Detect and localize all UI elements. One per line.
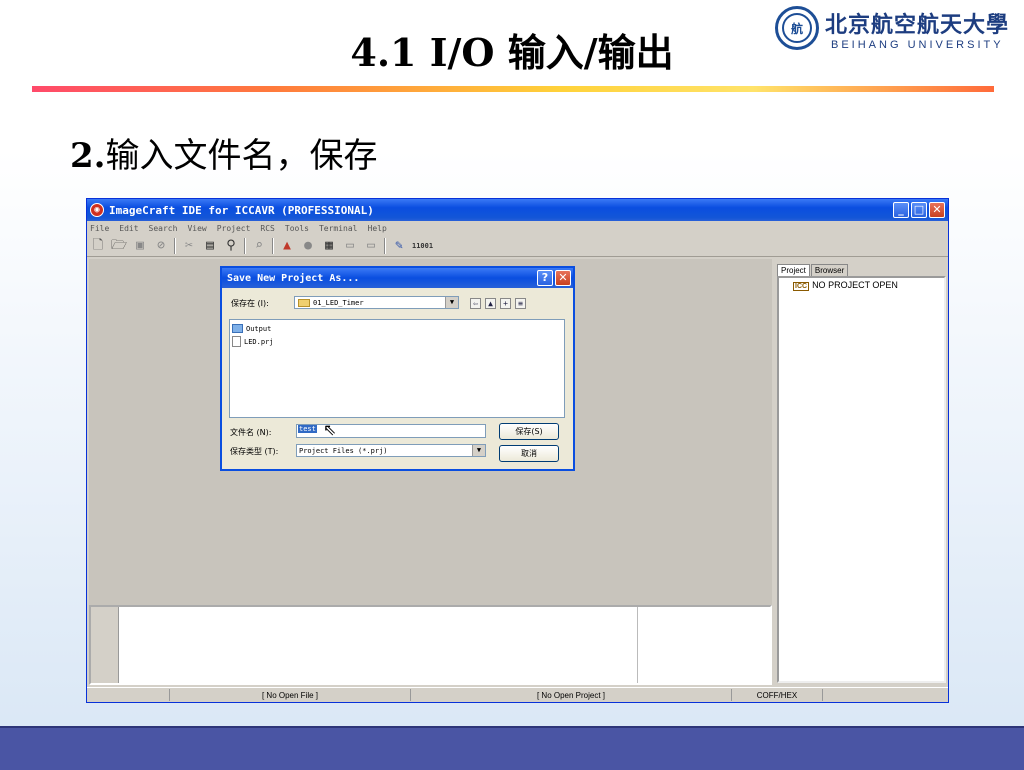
- logo-chinese-name: 北京航空航天大學: [825, 12, 1010, 38]
- close-button[interactable]: ✕: [929, 202, 945, 218]
- list-item[interactable]: LED.prj: [232, 335, 562, 348]
- help-button[interactable]: ?: [537, 270, 553, 286]
- menu-file[interactable]: File: [90, 224, 109, 233]
- chevron-down-icon[interactable]: ▼: [472, 445, 485, 456]
- save-in-value: 01_LED_Timer: [313, 298, 364, 307]
- up-folder-icon[interactable]: ▲: [485, 298, 496, 309]
- file-name: Output: [246, 324, 272, 333]
- save-all-icon[interactable]: ⊘: [153, 238, 169, 254]
- view-menu-icon[interactable]: ≡: [515, 298, 526, 309]
- project-tree: ICC NO PROJECT OPEN: [777, 276, 946, 683]
- tab-project[interactable]: Project: [777, 264, 810, 276]
- title-underline-bar: [32, 86, 994, 92]
- subtitle-text: 输入文件名，保存: [105, 136, 378, 176]
- toolbar-separator: [384, 238, 386, 254]
- university-logo: 航 北京航空航天大學 BEIHANG UNIVERSITY: [775, 5, 1020, 57]
- options-icon[interactable]: ▦: [321, 238, 337, 254]
- logo-english-name: BEIHANG UNIVERSITY: [831, 39, 1004, 51]
- ide-title-text: ImageCraft IDE for ICCAVR (PROFESSIONAL): [109, 203, 374, 217]
- project-panel: Project Browser ICC NO PROJECT OPEN: [777, 259, 946, 685]
- find-icon[interactable]: ⚲: [223, 238, 239, 254]
- tree-item-label: NO PROJECT OPEN: [812, 280, 898, 290]
- folder-icon: [298, 298, 310, 307]
- cmd-icon[interactable]: ▭: [342, 238, 358, 254]
- filename-label: 文件名 (N):: [230, 428, 272, 437]
- menu-search[interactable]: Search: [149, 224, 178, 233]
- file-list: Output LED.prj: [229, 319, 565, 418]
- output-pane: [89, 605, 772, 685]
- status-bar: [ No Open File ] [ No Open Project ] COF…: [87, 687, 948, 702]
- cut-icon[interactable]: ✂: [181, 238, 197, 254]
- mem-icon[interactable]: ▭: [363, 238, 379, 254]
- menu-help[interactable]: Help: [368, 224, 387, 233]
- project-tabs: Project Browser: [777, 259, 946, 276]
- output-gutter: [91, 607, 119, 683]
- dialog-title-bar[interactable]: Save New Project As... ? ✕: [222, 268, 573, 288]
- binary-icon[interactable]: 11001: [412, 238, 433, 254]
- chevron-down-icon[interactable]: ▼: [445, 297, 458, 308]
- toolbar-separator: [272, 238, 274, 254]
- slide-footer-bar: [0, 726, 1024, 770]
- icc-icon: ICC: [793, 282, 810, 291]
- filename-value: test: [298, 425, 317, 433]
- subtitle-number: 2.: [70, 136, 106, 176]
- save-project-dialog: Save New Project As... ? ✕ 保存在 (I): 01_L…: [220, 266, 575, 471]
- mouse-cursor-icon: ⇖: [323, 420, 337, 439]
- save-button[interactable]: 保存(S): [499, 423, 559, 440]
- menu-tools[interactable]: Tools: [285, 224, 309, 233]
- maximize-button[interactable]: □: [911, 202, 927, 218]
- open-folder-icon[interactable]: 🗁: [111, 238, 127, 254]
- app-icon: ◉: [90, 203, 104, 217]
- menu-rcs[interactable]: RCS: [260, 224, 274, 233]
- folder-icon: [232, 324, 243, 333]
- dialog-title: Save New Project As...: [227, 272, 360, 284]
- menu-view[interactable]: View: [187, 224, 206, 233]
- tree-item[interactable]: ICC NO PROJECT OPEN: [783, 280, 940, 291]
- minimize-button[interactable]: _: [893, 202, 909, 218]
- status-project: [ No Open Project ]: [411, 689, 732, 701]
- filetype-combo[interactable]: Project Files (*.prj) ▼: [296, 444, 486, 457]
- stop-icon[interactable]: ●: [300, 238, 316, 254]
- file-name: LED.prj: [244, 337, 274, 346]
- status-format: COFF/HEX: [732, 689, 823, 701]
- toolbar-separator: [244, 238, 246, 254]
- save-in-label: 保存在 (I):: [231, 299, 269, 308]
- output-divider: [637, 607, 638, 683]
- find-next-icon[interactable]: ⌕: [251, 238, 267, 254]
- new-file-icon[interactable]: 🗋: [90, 238, 106, 254]
- menu-edit[interactable]: Edit: [119, 224, 138, 233]
- menu-bar: File Edit Search View Project RCS Tools …: [87, 221, 948, 236]
- programmer-icon[interactable]: ✎: [391, 238, 407, 254]
- ide-title-bar[interactable]: ◉ ImageCraft IDE for ICCAVR (PROFESSIONA…: [87, 199, 948, 221]
- filetype-value: Project Files (*.prj): [299, 446, 388, 455]
- toolbar: 🗋 🗁 ▣ ⊘ ✂ ▤ ⚲ ⌕ ▲ ● ▦ ▭ ▭ ✎ 11001: [87, 236, 948, 257]
- new-folder-icon[interactable]: +: [500, 298, 511, 309]
- dialog-close-button[interactable]: ✕: [555, 270, 571, 286]
- build-icon[interactable]: ▲: [279, 238, 295, 254]
- paste-icon[interactable]: ▤: [202, 238, 218, 254]
- back-icon[interactable]: ⇦: [470, 298, 481, 309]
- nav-toolbar: ⇦ ▲ + ≡: [470, 298, 526, 309]
- save-icon[interactable]: ▣: [132, 238, 148, 254]
- toolbar-separator: [174, 238, 176, 254]
- cancel-button[interactable]: 取消: [499, 445, 559, 462]
- university-seal-icon: 航: [775, 6, 819, 50]
- save-in-combo[interactable]: 01_LED_Timer ▼: [294, 296, 459, 309]
- document-icon: [232, 336, 241, 347]
- menu-terminal[interactable]: Terminal: [319, 224, 358, 233]
- slide-subtitle: 2.输入文件名，保存: [70, 128, 378, 177]
- menu-project[interactable]: Project: [217, 224, 251, 233]
- status-file: [ No Open File ]: [170, 689, 411, 701]
- status-cell-empty: [87, 689, 170, 701]
- list-item[interactable]: Output: [232, 322, 562, 335]
- filetype-label: 保存类型 (T):: [230, 447, 279, 456]
- tab-browser[interactable]: Browser: [810, 264, 849, 276]
